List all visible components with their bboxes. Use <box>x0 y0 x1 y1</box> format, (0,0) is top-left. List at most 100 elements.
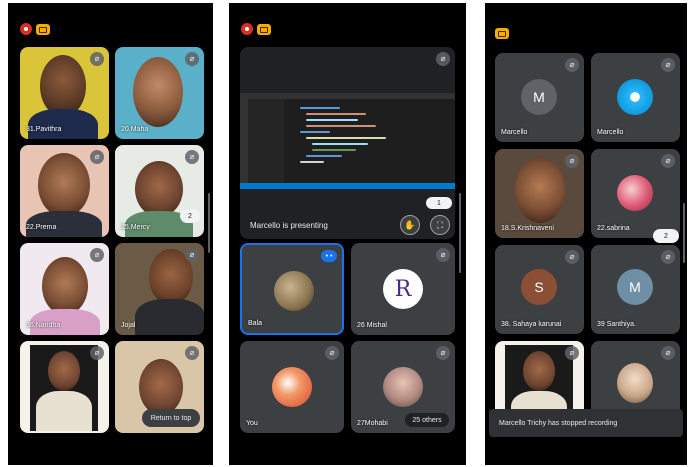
page-badge: 2 <box>653 229 679 243</box>
code-line <box>306 119 358 121</box>
participant-face <box>523 351 555 391</box>
participant-name: 25.Mercy <box>121 224 150 231</box>
mic-off-icon <box>185 248 199 262</box>
cast-icon <box>36 24 50 35</box>
mic-off-icon <box>436 52 450 66</box>
participant-tile[interactable]: 25.Mercy <box>115 145 204 237</box>
mic-off-icon <box>565 250 579 264</box>
mic-off-icon <box>436 248 450 262</box>
code-line <box>306 125 376 127</box>
participant-name: 22.Prema <box>26 224 57 231</box>
participant-name: You <box>246 420 258 427</box>
participant-name: Jojal <box>121 322 136 329</box>
participant-avatar: M <box>617 269 653 305</box>
record-icon <box>241 23 253 35</box>
mic-off-icon <box>90 346 104 360</box>
code-line <box>312 143 368 145</box>
code-line <box>306 155 342 157</box>
participant-body <box>135 299 204 335</box>
hand-raise-icon[interactable]: ✋ <box>400 215 420 235</box>
participant-tile[interactable]: Marcello <box>591 53 680 142</box>
participant-tile-active[interactable]: Bala • • <box>240 243 344 335</box>
participant-avatar: R <box>383 269 423 309</box>
participant-tile[interactable]: 36.Nandha <box>20 243 109 335</box>
mic-off-icon <box>185 150 199 164</box>
participant-tile[interactable]: 31.Pavithra <box>20 47 109 139</box>
mic-off-icon <box>90 248 104 262</box>
mic-off-icon <box>185 346 199 360</box>
participant-tile[interactable]: 22.Prema <box>20 145 109 237</box>
speaking-indicator: • • <box>321 250 337 262</box>
participant-avatar <box>274 271 314 311</box>
mic-off-icon <box>436 346 450 360</box>
participant-tile[interactable]: Jojal <box>115 243 204 335</box>
scrollbar[interactable] <box>459 193 461 273</box>
participant-avatar: M <box>521 79 557 115</box>
participant-tile[interactable]: 22.sabrina <box>591 149 680 238</box>
participant-name: 22.sabrina <box>597 225 630 232</box>
participant-name: 31.Pavithra <box>26 126 62 133</box>
record-icon <box>20 23 32 35</box>
mic-off-icon <box>185 52 199 66</box>
participant-tile[interactable]: S 38. Sahaya karunai <box>495 245 584 334</box>
page-badge: 2 <box>180 209 200 223</box>
participant-video <box>135 161 183 217</box>
others-button[interactable]: 25 others <box>405 413 449 427</box>
participant-video <box>38 153 90 217</box>
participant-avatar: S <box>521 269 557 305</box>
mic-off-icon <box>325 346 339 360</box>
mic-off-icon <box>565 58 579 72</box>
editor-statusbar <box>240 183 455 189</box>
participant-tile[interactable] <box>20 341 109 433</box>
participant-tile[interactable]: You <box>240 341 344 433</box>
participant-name: 39 Santhiya. <box>597 321 636 328</box>
presenter-text: Marcello is presenting <box>250 221 328 230</box>
participant-video <box>40 55 86 117</box>
participant-face <box>48 351 80 391</box>
toast-text: Marcello Trichy has stopped recording <box>499 419 618 427</box>
participant-avatar <box>383 367 423 407</box>
fullscreen-icon[interactable]: ⛶ <box>430 215 450 235</box>
phone-screen-2: 1 Marcello is presenting ✋ ⛶ Bala • • R … <box>229 3 466 465</box>
participant-name: 36.Nandha <box>26 322 61 329</box>
participant-tile[interactable]: M Marcello <box>495 53 584 142</box>
participant-tile[interactable]: R 26 Mishal <box>351 243 455 335</box>
participant-tile[interactable]: 27Mohabi 25 others <box>351 341 455 433</box>
cast-icon <box>495 28 509 39</box>
participant-body <box>36 391 92 431</box>
scrollbar[interactable] <box>683 203 685 263</box>
participant-video <box>133 57 183 127</box>
return-to-top-button[interactable]: Return to top <box>142 409 200 427</box>
participant-avatar <box>617 363 653 403</box>
mic-off-icon <box>90 150 104 164</box>
participant-avatar <box>617 79 653 115</box>
phone-screen-1: 31.Pavithra 20.Maha 22.Prema 25.Mercy 36… <box>8 3 213 465</box>
participant-video <box>515 157 565 223</box>
mic-off-icon <box>565 154 579 168</box>
code-line <box>300 161 324 163</box>
participant-tile[interactable]: 20.Maha <box>115 47 204 139</box>
participant-body <box>28 109 98 139</box>
participant-tile[interactable]: M 39 Santhiya. <box>591 245 680 334</box>
code-line <box>306 113 366 115</box>
mic-off-icon <box>565 346 579 360</box>
participant-name: Marcello <box>597 129 624 136</box>
scrollbar[interactable] <box>208 193 210 253</box>
mic-off-icon <box>661 154 675 168</box>
page-badge: 1 <box>426 197 452 209</box>
code-line <box>300 131 330 133</box>
presentation-tile[interactable]: 1 Marcello is presenting ✋ ⛶ <box>240 47 455 239</box>
mic-off-icon <box>90 52 104 66</box>
participant-name: 18.S.Krishnaveni <box>501 225 554 232</box>
code-line <box>300 107 340 109</box>
mic-off-icon <box>661 346 675 360</box>
participant-video <box>42 257 88 315</box>
phone-screen-3: M Marcello Marcello 18.S.Krishnaveni 22.… <box>485 3 687 465</box>
participant-tile[interactable]: 18.S.Krishnaveni <box>495 149 584 238</box>
code-line <box>306 137 386 139</box>
mic-off-icon <box>661 58 675 72</box>
participant-name: 38. Sahaya karunai <box>501 321 562 328</box>
participant-name: 26 Mishal <box>357 322 387 329</box>
mic-off-icon <box>661 250 675 264</box>
shared-screen <box>240 93 455 189</box>
